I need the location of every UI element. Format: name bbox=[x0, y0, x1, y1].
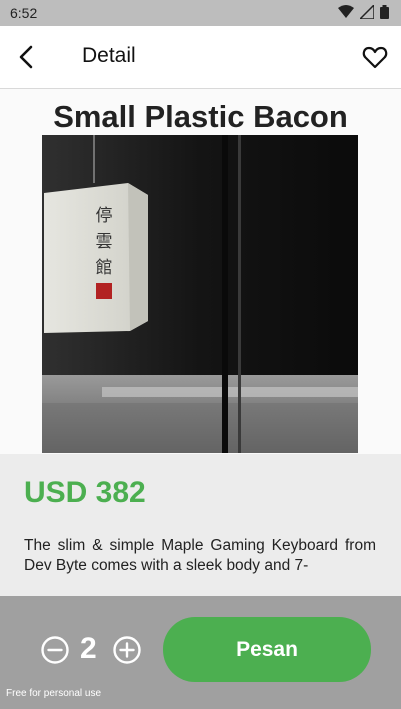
status-icons bbox=[338, 5, 389, 19]
plus-circle-icon[interactable] bbox=[112, 635, 142, 665]
info-section: USD 382 The slim & simple Maple Gaming K… bbox=[0, 454, 401, 596]
product-name: Small Plastic Bacon bbox=[53, 99, 348, 134]
signal-icon bbox=[360, 5, 374, 19]
status-time: 6:52 bbox=[10, 5, 38, 21]
watermark-text: Free for personal use bbox=[6, 688, 102, 699]
app-bar: Detail bbox=[0, 26, 401, 89]
svg-text:館: 館 bbox=[96, 258, 113, 278]
minus-circle-icon[interactable] bbox=[40, 635, 70, 665]
page-title: Detail bbox=[82, 44, 136, 67]
product-section: Small Plastic Bacon 停 雲 館 bbox=[0, 89, 401, 454]
product-price: USD 382 bbox=[24, 476, 146, 509]
wifi-icon bbox=[338, 5, 354, 18]
heart-outline-icon[interactable] bbox=[362, 44, 388, 70]
svg-text:停: 停 bbox=[96, 206, 113, 226]
back-arrow-icon[interactable] bbox=[14, 44, 40, 70]
order-button[interactable]: Pesan bbox=[163, 617, 371, 682]
quantity-value: 2 bbox=[80, 632, 97, 665]
product-image: 停 雲 館 bbox=[42, 135, 358, 453]
bottom-bar: 2 Pesan Free for personal use bbox=[0, 596, 401, 709]
product-description: The slim & simple Maple Gaming Keyboard … bbox=[24, 537, 376, 574]
product-photo: 停 雲 館 bbox=[42, 135, 358, 453]
svg-text:雲: 雲 bbox=[96, 232, 113, 252]
battery-icon bbox=[380, 5, 389, 19]
status-bar: 6:52 bbox=[0, 0, 401, 26]
